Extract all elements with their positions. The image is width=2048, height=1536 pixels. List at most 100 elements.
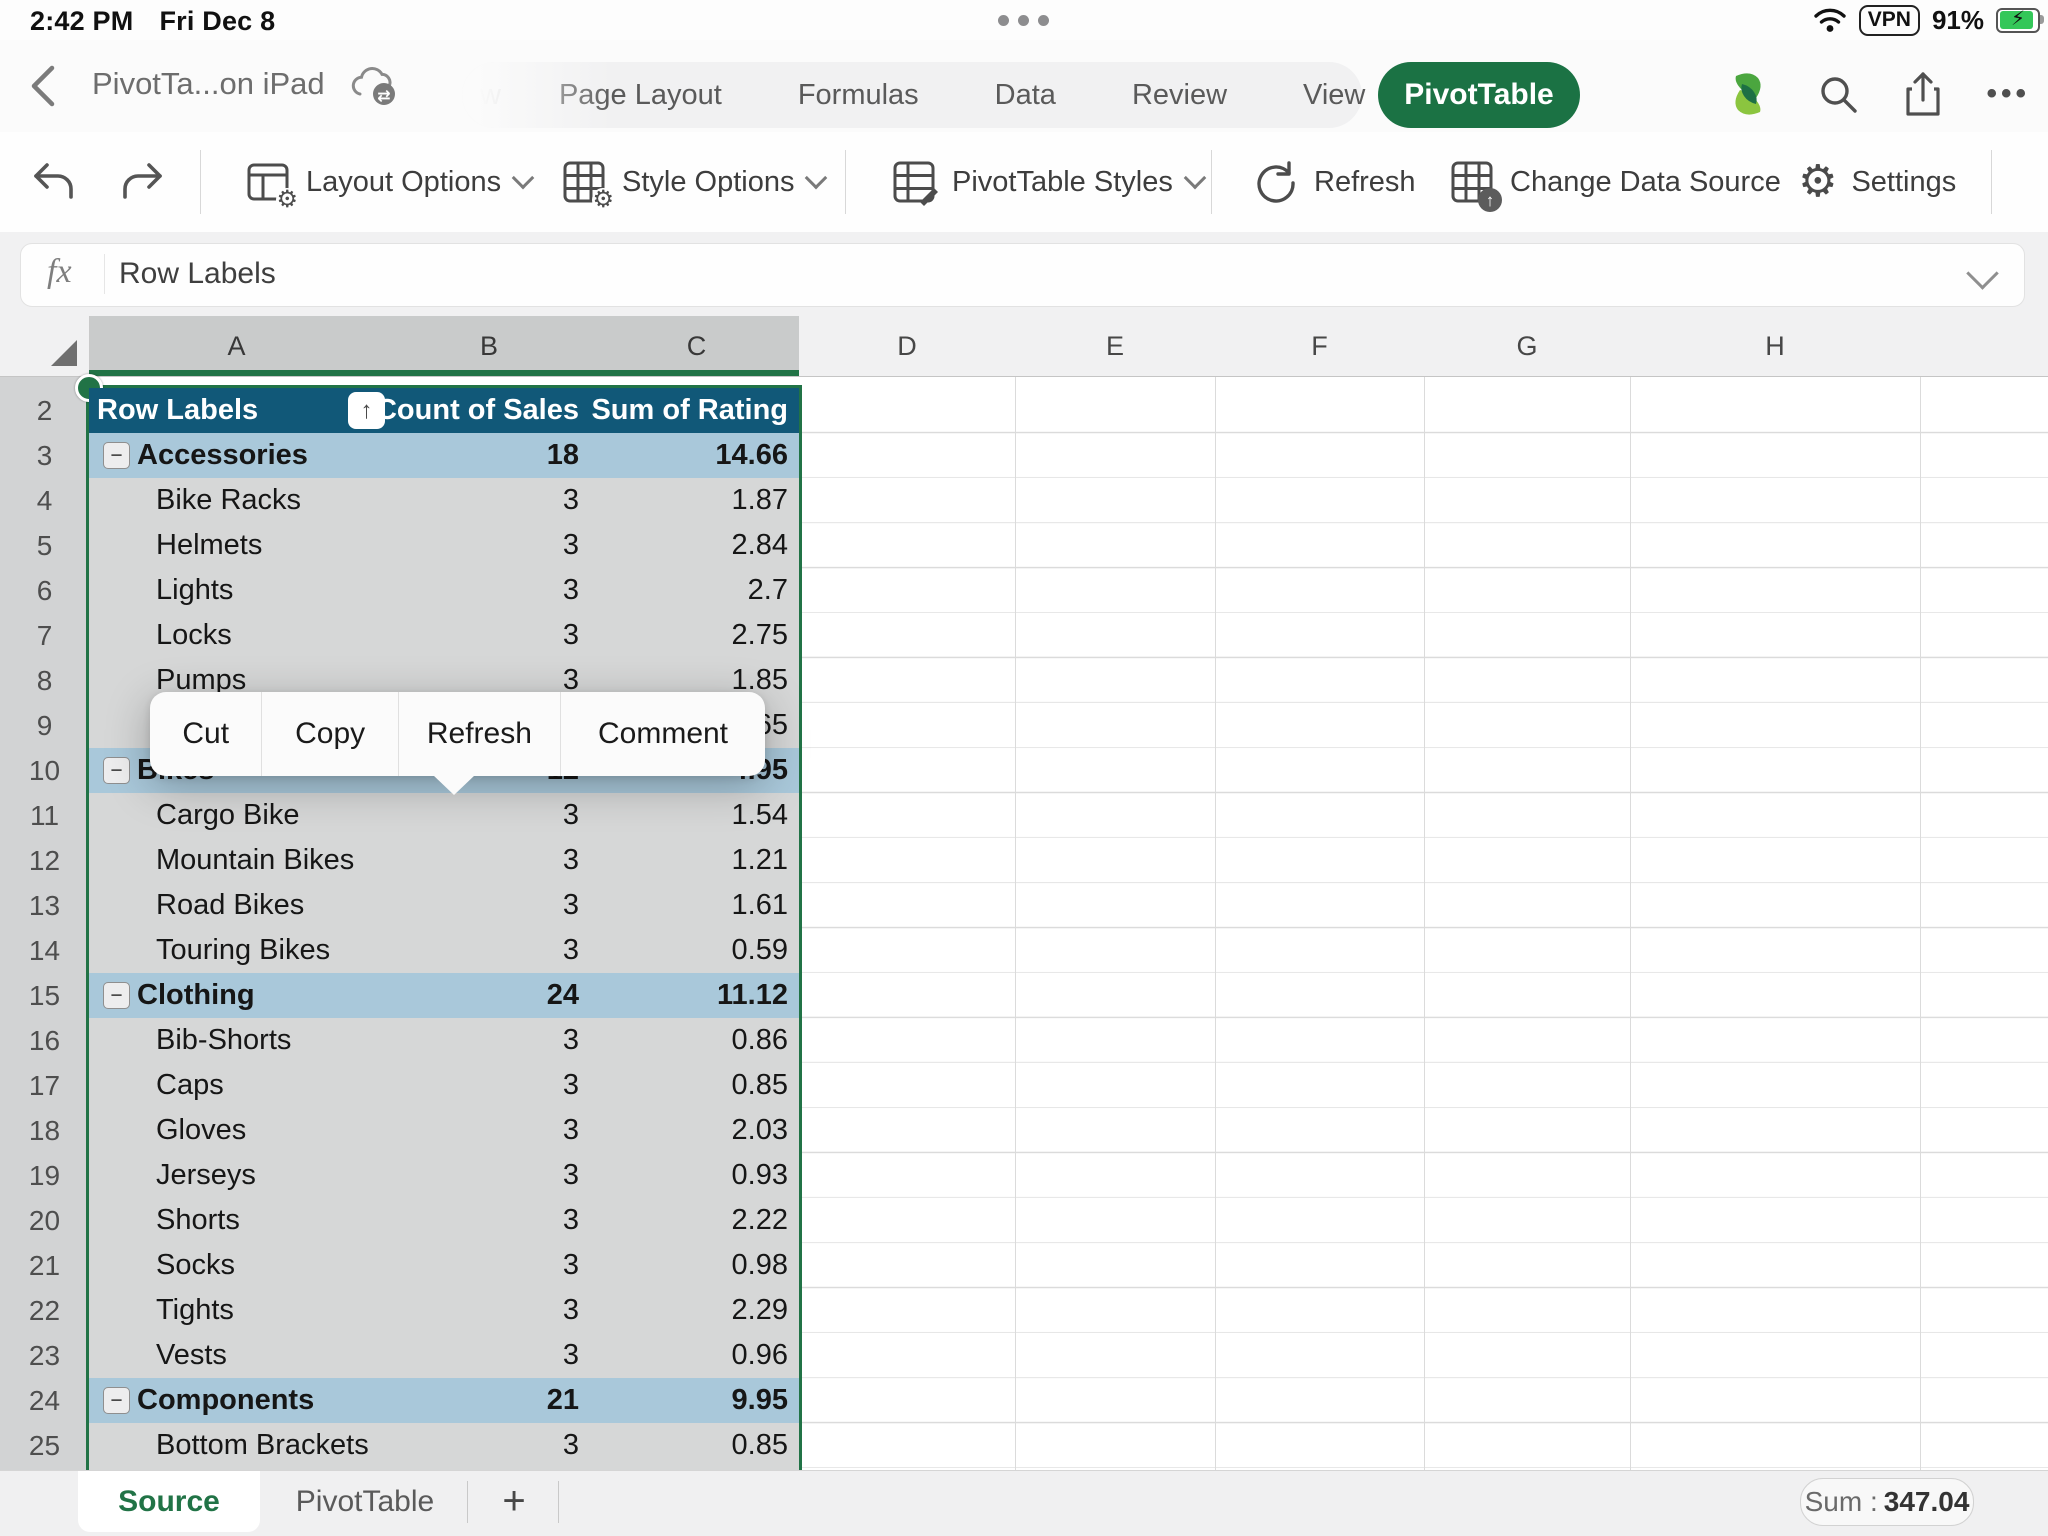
collapse-group-icon[interactable]: − (103, 757, 130, 784)
select-all-corner[interactable] (0, 316, 90, 377)
change-data-source-button[interactable]: ↑ Change Data Source (1448, 132, 1781, 232)
row-number-23[interactable]: 23 (0, 1333, 89, 1378)
redo-button[interactable] (118, 132, 168, 232)
pivot-row-tights[interactable]: Tights32.29 (89, 1288, 799, 1333)
svg-text:⇄: ⇄ (377, 88, 390, 105)
share-icon[interactable] (1902, 70, 1944, 118)
pivot-row-socks[interactable]: Socks30.98 (89, 1243, 799, 1288)
row-number-18[interactable]: 18 (0, 1108, 89, 1153)
row-number-9[interactable]: 9 (0, 703, 89, 748)
sheet-tab-pivottable[interactable]: PivotTable (280, 1471, 450, 1532)
row-number-5[interactable]: 5 (0, 523, 89, 568)
column-header-A[interactable]: A (89, 316, 384, 376)
copilot-icon[interactable] (1722, 68, 1774, 120)
count-of-sales-value: 3 (319, 1063, 579, 1108)
column-header-D[interactable]: D (799, 316, 1015, 376)
pivot-row-locks[interactable]: Locks32.75 (89, 613, 799, 658)
column-header-F[interactable]: F (1215, 316, 1424, 376)
column-header-H[interactable]: H (1630, 316, 1920, 376)
count-of-sales-value: 3 (319, 613, 579, 658)
pivot-row-gloves[interactable]: Gloves32.03 (89, 1108, 799, 1153)
column-header-B[interactable]: B (384, 316, 594, 376)
context-menu-item-cut[interactable]: Cut (150, 692, 261, 776)
pivottable-styles-button[interactable]: PivotTable Styles (890, 132, 1203, 232)
row-number-11[interactable]: 11 (0, 793, 89, 838)
settings-button[interactable]: ⚙ Settings (1798, 132, 1956, 232)
column-header-E[interactable]: E (1015, 316, 1215, 376)
pivot-row-road-bikes[interactable]: Road Bikes31.61 (89, 883, 799, 928)
more-options-icon[interactable]: ••• (1986, 77, 2030, 111)
add-sheet-button[interactable]: + (487, 1471, 541, 1532)
pivot-row-caps[interactable]: Caps30.85 (89, 1063, 799, 1108)
count-of-sales-value: 3 (319, 1153, 579, 1198)
pivot-row-components[interactable]: −Components219.95 (89, 1378, 799, 1423)
style-options-button[interactable]: ⚙ Style Options (560, 132, 824, 232)
row-number-6[interactable]: 6 (0, 568, 89, 613)
row-number-24[interactable]: 24 (0, 1378, 89, 1423)
row-number-16[interactable]: 16 (0, 1018, 89, 1063)
row-number-22[interactable]: 22 (0, 1288, 89, 1333)
pivot-row-vests[interactable]: Vests30.96 (89, 1333, 799, 1378)
pivot-row-helmets[interactable]: Helmets32.84 (89, 523, 799, 568)
column-header-G[interactable]: G (1424, 316, 1630, 376)
row-number-17[interactable]: 17 (0, 1063, 89, 1108)
pivot-row-lights[interactable]: Lights32.7 (89, 568, 799, 613)
undo-button[interactable] (28, 132, 78, 232)
formula-bar-value[interactable]: Row Labels (119, 257, 276, 291)
pivot-row-jerseys[interactable]: Jerseys30.93 (89, 1153, 799, 1198)
pivot-row-touring-bikes[interactable]: Touring Bikes30.59 (89, 928, 799, 973)
refresh-button[interactable]: Refresh (1252, 132, 1416, 232)
pivot-row-accessories[interactable]: −Accessories1814.66 (89, 433, 799, 478)
ribbon-tab-review[interactable]: Review (1094, 79, 1265, 112)
context-menu-item-comment[interactable]: Comment (561, 692, 765, 776)
sheet-tab-source-active[interactable]: Source (78, 1471, 260, 1532)
formula-bar-expand-chevron-icon[interactable] (1966, 257, 1999, 290)
pivot-table-selection[interactable]: Row Labels↑Count of SalesSum of Rating−A… (86, 385, 802, 1470)
document-title[interactable]: PivotTa...on iPad (92, 66, 325, 102)
context-menu-item-copy[interactable]: Copy (262, 692, 397, 776)
pivot-row-label: Road Bikes (156, 883, 304, 928)
formula-bar[interactable]: fx Row Labels (20, 243, 2025, 307)
pivot-row-cargo-bike[interactable]: Cargo Bike31.54 (89, 793, 799, 838)
collapse-group-icon[interactable]: − (103, 442, 130, 469)
titlebar-action-icons: ••• (1722, 68, 2030, 120)
pivot-row-bib-shorts[interactable]: Bib-Shorts30.86 (89, 1018, 799, 1063)
sum-of-rating-value: 1.87 (578, 478, 788, 523)
ribbon-tab-formulas[interactable]: Formulas (760, 79, 957, 112)
collapse-group-icon[interactable]: − (103, 982, 130, 1009)
count-of-sales-value: 21 (319, 1378, 579, 1423)
pivot-row-clothing[interactable]: −Clothing2411.12 (89, 973, 799, 1018)
layout-options-button[interactable]: ⚙ Layout Options (244, 132, 531, 232)
ribbon-tab-pivottable-active[interactable]: PivotTable (1378, 62, 1580, 128)
pivot-row-bike-racks[interactable]: Bike Racks31.87 (89, 478, 799, 523)
row-number-2[interactable]: 2 (0, 388, 89, 433)
row-number-4[interactable]: 4 (0, 478, 89, 523)
row-number-14[interactable]: 14 (0, 928, 89, 973)
row-number-21[interactable]: 21 (0, 1243, 89, 1288)
row-number-3[interactable]: 3 (0, 433, 89, 478)
row-number-25[interactable]: 25 (0, 1423, 89, 1468)
quick-sum-badge[interactable]: Sum : 347.04 (1800, 1478, 1974, 1526)
ribbon-tab-data[interactable]: Data (957, 79, 1094, 112)
pivot-row-mountain-bikes[interactable]: Mountain Bikes31.21 (89, 838, 799, 883)
back-button[interactable] (22, 62, 66, 110)
row-number-10[interactable]: 10 (0, 748, 89, 793)
row-number-20[interactable]: 20 (0, 1198, 89, 1243)
multitasking-dots-icon[interactable] (998, 15, 1049, 26)
column-header-C[interactable]: C (594, 316, 799, 376)
pivot-header-row[interactable]: Row Labels↑Count of SalesSum of Rating (89, 388, 799, 433)
row-number-19[interactable]: 19 (0, 1153, 89, 1198)
collapse-group-icon[interactable]: − (103, 1387, 130, 1414)
row-number-12[interactable]: 12 (0, 838, 89, 883)
row-number-13[interactable]: 13 (0, 883, 89, 928)
row-number-7[interactable]: 7 (0, 613, 89, 658)
battery-charging-icon: ⚡ (1996, 8, 2040, 33)
pivot-row-shorts[interactable]: Shorts32.22 (89, 1198, 799, 1243)
pivot-row-label: Bib-Shorts (156, 1018, 291, 1063)
pivot-row-bottom-brackets[interactable]: Bottom Brackets30.85 (89, 1423, 799, 1468)
row-number-8[interactable]: 8 (0, 658, 89, 703)
row-number-15[interactable]: 15 (0, 973, 89, 1018)
context-menu-arrow (433, 775, 475, 795)
search-icon[interactable] (1816, 72, 1860, 116)
context-menu-item-refresh[interactable]: Refresh (399, 692, 560, 776)
